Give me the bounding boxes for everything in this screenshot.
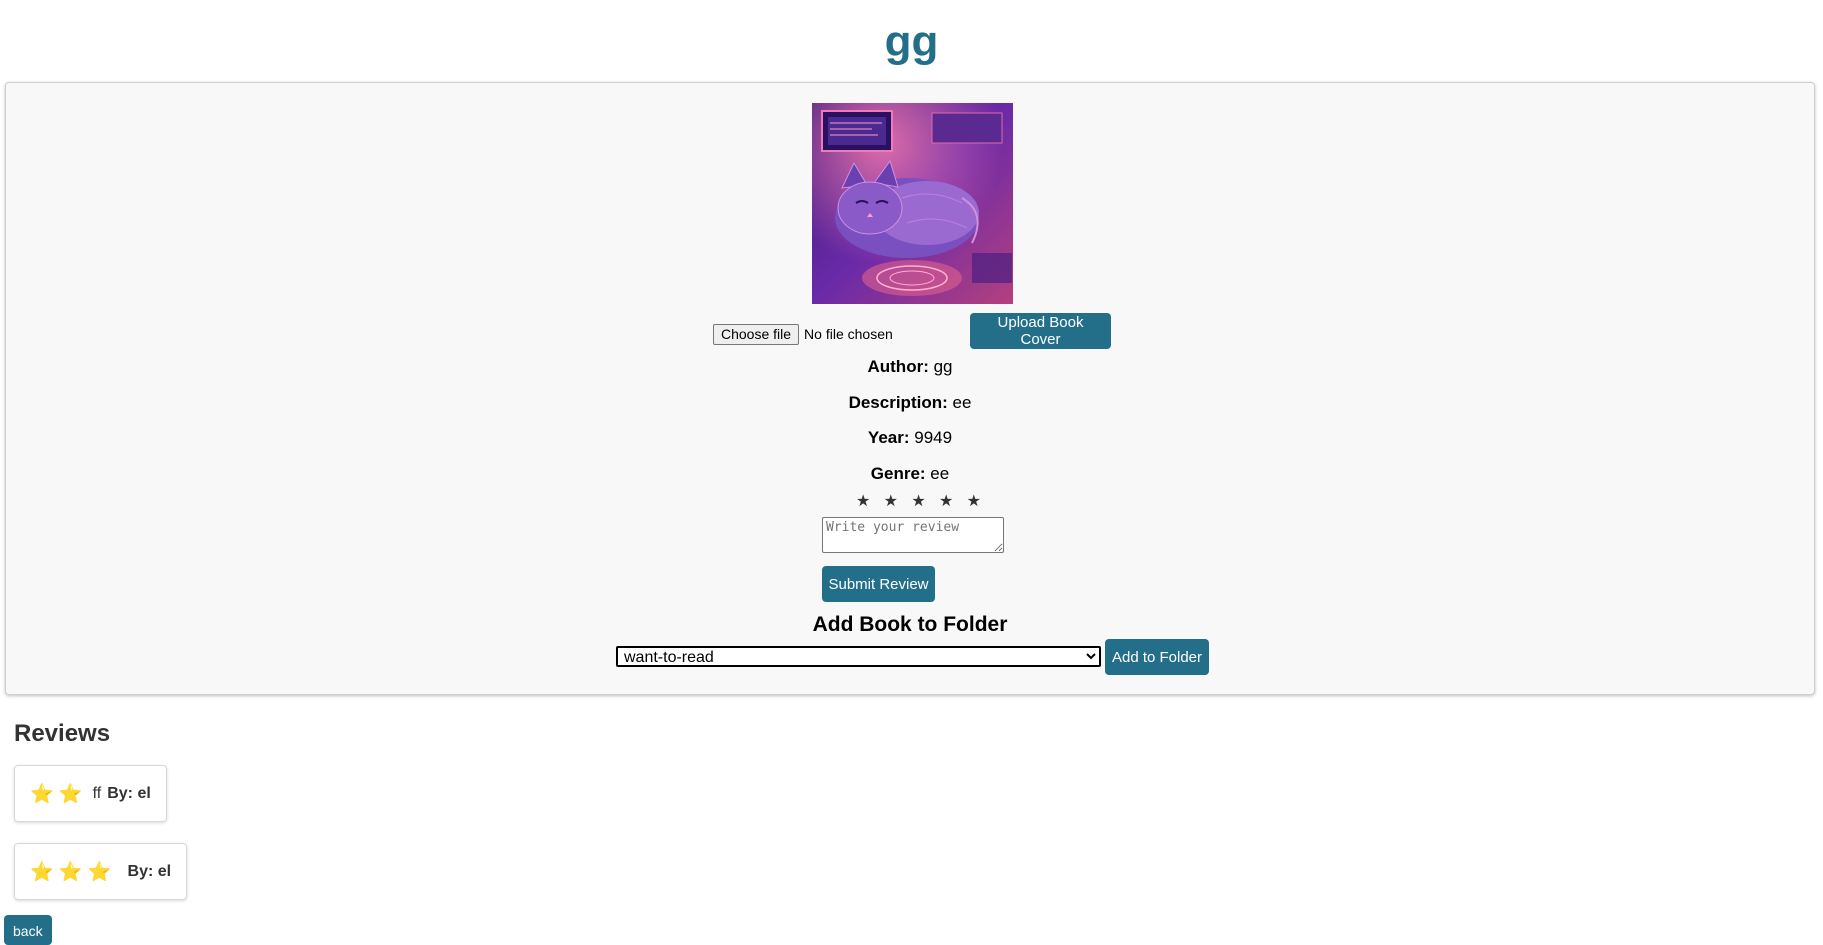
genre-label: Genre: — [870, 464, 926, 483]
submit-review-button[interactable]: Submit Review — [822, 566, 935, 602]
review-card: ⭐ ⭐ ff By: el — [14, 765, 167, 822]
upload-book-cover-button[interactable]: Upload Book Cover — [970, 313, 1111, 349]
choose-file-button[interactable]: Choose file — [713, 323, 800, 345]
file-picker: Choose file No file chosen — [713, 322, 893, 346]
year-row: Year: 9949 — [6, 428, 1814, 448]
book-details-card: Choose file No file chosen Upload Book C… — [5, 82, 1815, 695]
rating-stars: ★ ★ ★ ★ ★ — [856, 491, 981, 511]
year-label: Year: — [867, 428, 910, 447]
review-author: el — [157, 862, 172, 880]
description-value: ee — [952, 393, 972, 412]
genre-value: ee — [930, 464, 950, 483]
author-row: Author: gg — [6, 357, 1814, 377]
rating-star-1[interactable]: ★ — [856, 491, 870, 511]
add-to-folder-button[interactable]: Add to Folder — [1105, 639, 1209, 675]
year-value: 9949 — [914, 428, 953, 447]
book-cover-image — [812, 103, 1013, 304]
rating-star-5[interactable]: ★ — [967, 491, 981, 511]
review-stars: ⭐ ⭐ — [30, 783, 83, 805]
author-label: Author: — [867, 357, 929, 376]
folder-select[interactable]: want-to-read — [616, 646, 1101, 667]
review-author: el — [137, 784, 151, 802]
review-stars: ⭐ ⭐ ⭐ — [30, 861, 112, 883]
description-row: Description: ee — [6, 393, 1814, 413]
author-value: gg — [933, 357, 953, 376]
rating-star-4[interactable]: ★ — [939, 491, 953, 511]
genre-row: Genre: ee — [6, 464, 1814, 484]
back-button[interactable]: back — [4, 915, 52, 945]
review-textarea[interactable] — [822, 517, 1004, 553]
file-status-text: No file chosen — [804, 326, 893, 342]
description-label: Description: — [848, 393, 948, 412]
page-title: gg — [884, 17, 939, 66]
add-to-folder-heading: Add Book to Folder — [812, 613, 1008, 636]
review-by-label: By: — [127, 862, 154, 880]
review-card: ⭐ ⭐ ⭐ By: el — [14, 843, 188, 900]
review-by-label: By: — [107, 784, 133, 802]
rating-star-3[interactable]: ★ — [911, 491, 925, 511]
rating-star-2[interactable]: ★ — [884, 491, 898, 511]
review-text: ff — [92, 784, 102, 802]
reviews-heading: Reviews — [14, 720, 111, 747]
